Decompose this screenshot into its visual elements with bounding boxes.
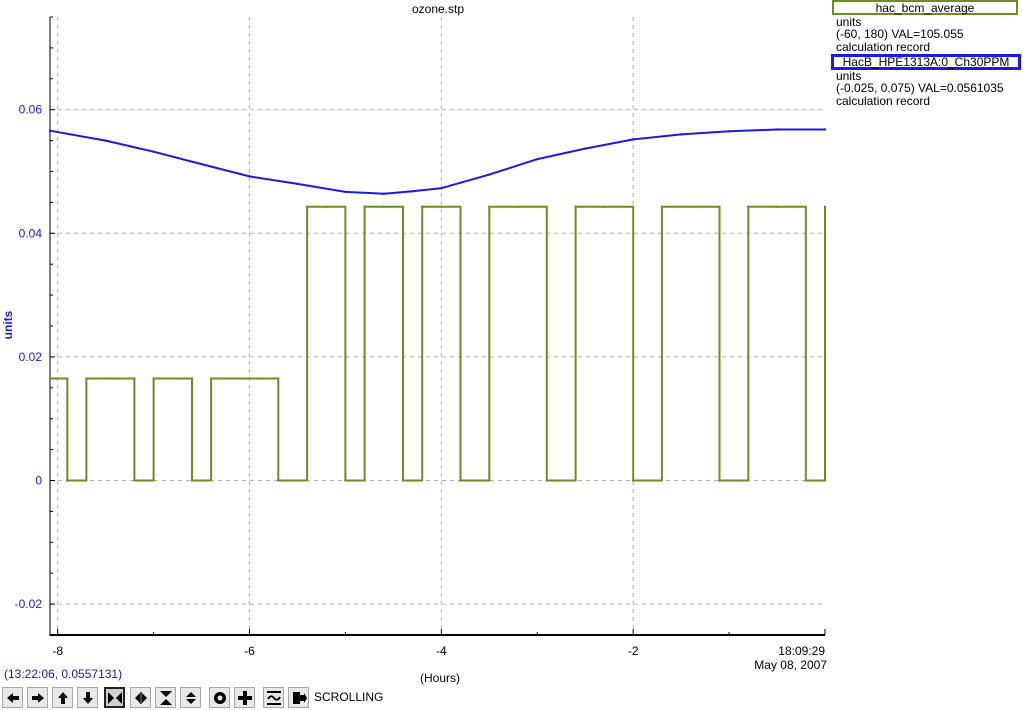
data-point: [248, 377, 251, 380]
data-point: [516, 205, 520, 208]
data-point: [775, 205, 779, 208]
data-point: [382, 205, 385, 208]
data-point: [440, 186, 443, 190]
data-point: [305, 205, 309, 208]
data-point: [209, 377, 213, 380]
data-point: [689, 205, 692, 208]
data-point: [775, 128, 779, 131]
data-point: [804, 479, 808, 482]
data-point: [104, 377, 107, 380]
end-time-label: 18:09:29: [778, 644, 825, 658]
data-point: [48, 129, 52, 132]
legend-item-name: hac_bcm_average: [875, 1, 975, 15]
zoom-in-x-button[interactable]: [104, 687, 125, 708]
data-point: [660, 205, 664, 208]
y-tick-label: 0.06: [19, 103, 43, 117]
crosshair-icon: [237, 690, 252, 705]
data-point: [200, 162, 203, 166]
data-point: [401, 479, 405, 482]
data-point: [420, 205, 424, 208]
data-point: [584, 147, 587, 150]
scroll-down-button[interactable]: [77, 687, 98, 708]
scroll-right-button[interactable]: [27, 687, 48, 708]
data-point: [248, 175, 251, 178]
y-tick-label: 0: [35, 474, 42, 488]
data-point: [727, 130, 731, 133]
zoom-in-x-icon: [107, 691, 122, 704]
data-point: [277, 479, 280, 482]
data-point: [363, 205, 366, 208]
data-point: [823, 128, 827, 131]
crosshair-button[interactable]: [234, 687, 255, 708]
data-point: [85, 377, 88, 380]
data-point: [440, 205, 443, 208]
cursor-readout: (13:22:06, 0.0557131): [4, 667, 123, 681]
autoscale-button[interactable]: [263, 687, 284, 708]
data-point: [603, 205, 606, 208]
data-point: [574, 205, 577, 208]
data-point: [344, 479, 347, 482]
arrow-right-icon: [31, 692, 44, 703]
data-point: [823, 205, 827, 208]
zoom-out-y-button[interactable]: [180, 687, 201, 708]
data-point: [718, 479, 721, 482]
x-tick-label: -8: [52, 644, 63, 658]
data-point: [747, 205, 750, 208]
data-point: [679, 133, 683, 136]
y-axis-label: units: [1, 310, 15, 339]
data-point: [152, 377, 155, 380]
data-point: [459, 479, 462, 482]
y-tick-label: -0.02: [15, 597, 43, 611]
reset-icon: [213, 691, 226, 704]
scroll-left-button[interactable]: [2, 687, 23, 708]
data-point: [631, 479, 635, 482]
data-point: [344, 190, 347, 194]
legend-item-name: HacB_HPE1313A:0_Ch30PPM: [842, 55, 1010, 69]
x-tick-label: -6: [244, 644, 255, 658]
scroll-up-button[interactable]: [52, 687, 73, 708]
legend-item-hacb-ch30ppm[interactable]: HacB_HPE1313A:0_Ch30PPM: [831, 54, 1021, 70]
data-point: [382, 192, 385, 195]
data-point: [48, 377, 52, 380]
zoom-in-y-icon: [159, 690, 172, 705]
toolbar: SCROLLING: [0, 686, 1023, 710]
data-point: [325, 205, 328, 208]
data-point: [545, 479, 549, 482]
data-point: [536, 157, 539, 161]
legend-item-hac-bcm-average[interactable]: hac_bcm_average: [832, 0, 1018, 15]
zoom-in-y-button[interactable]: [155, 687, 176, 708]
data-point: [488, 173, 491, 176]
zoom-out-x-icon: [134, 691, 147, 704]
data-point: [411, 190, 414, 193]
data-point: [631, 138, 635, 141]
zoom-out-y-icon: [185, 691, 196, 704]
legend-item1-desc: calculation record: [836, 40, 931, 54]
y-tick-label: 0.04: [19, 226, 43, 240]
reset-button[interactable]: [209, 687, 230, 708]
data-point: [190, 479, 194, 482]
zoom-out-x-button[interactable]: [130, 687, 151, 708]
data-point: [301, 479, 304, 482]
end-date-label: May 08, 2007: [754, 658, 827, 672]
data-point: [104, 139, 107, 142]
export-button[interactable]: [288, 687, 309, 708]
data-point: [152, 150, 155, 153]
autoscale-icon: [266, 690, 281, 705]
data-point: [133, 479, 136, 482]
arrow-up-icon: [57, 691, 68, 704]
data-point: [66, 479, 69, 482]
data-point: [296, 182, 299, 186]
y-tick-label: 0.02: [19, 350, 43, 364]
chart-title: ozone.stp: [412, 2, 464, 16]
mode-label: SCROLLING: [314, 690, 384, 704]
legend-item2-desc: calculation record: [836, 94, 931, 108]
arrow-left-icon: [6, 692, 19, 703]
x-axis-label: (Hours): [420, 671, 460, 685]
x-tick-label: -2: [628, 644, 639, 658]
data-point: [488, 205, 491, 208]
arrow-down-icon: [82, 691, 93, 704]
x-tick-label: -4: [436, 644, 447, 658]
export-icon: [292, 691, 307, 704]
